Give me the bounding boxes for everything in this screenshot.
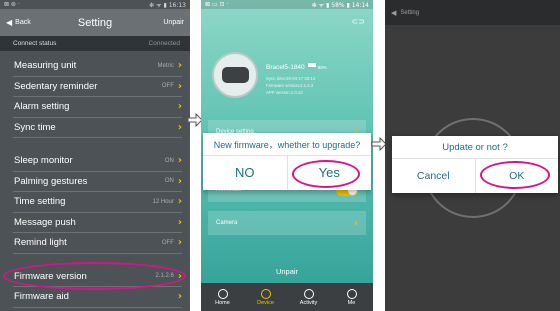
- setting-label: Palming gestures: [14, 175, 88, 187]
- setting-sedentary-reminder[interactable]: Sedentary reminder OFF ›: [13, 77, 182, 97]
- tab-device[interactable]: Device: [244, 283, 287, 311]
- settings-screen: ⊠ ⊚ · ✻ ᯤ ▮ 16:13 ◀ Back Setting Unpair …: [0, 0, 190, 311]
- connect-status-row: Connect status Connected: [0, 36, 190, 51]
- chevron-right-icon: ›: [177, 237, 182, 249]
- tab-home[interactable]: Home: [201, 283, 244, 311]
- tab-label: Activity: [299, 299, 318, 306]
- chevron-right-icon: ›: [177, 216, 182, 228]
- activity-icon: [303, 288, 314, 299]
- setting-remind-light[interactable]: Remind light OFF ›: [13, 233, 182, 254]
- setting-firmware-aid[interactable]: Firmware aid ›: [13, 287, 182, 308]
- chevron-right-icon: ›: [177, 80, 182, 92]
- back-button[interactable]: ◀ Back: [6, 18, 31, 27]
- device-header: ⊂⊃: [201, 9, 373, 33]
- device-info: Bracel5-1840 90% Sync time:28-04-17 02:14…: [266, 56, 327, 95]
- settings-header: ◀ Back Setting Unpair: [0, 9, 190, 36]
- tab-label: Me: [347, 299, 356, 306]
- dialog-message: Update or not ?: [392, 136, 558, 159]
- setting-value: OFF: [161, 83, 174, 90]
- chevron-right-icon: ›: [177, 175, 182, 187]
- chevron-right-icon: ›: [177, 101, 182, 113]
- settings-group-1: Measuring unit Metric › Sedentary reminde…: [13, 56, 182, 138]
- tab-label: Device: [257, 299, 274, 306]
- back-arrow-icon[interactable]: ◀: [391, 9, 396, 17]
- device-screen: ⊠ ▭ ⊡ · ✻ ᯤ ▮ 58% ▮ 14:14 ⊂⊃ Bracel5-184…: [201, 0, 373, 311]
- no-button[interactable]: NO: [203, 156, 287, 189]
- setting-sync-time[interactable]: Sync time ›: [13, 118, 182, 138]
- update-header: ◀ Setting: [385, 0, 560, 25]
- back-arrow-icon: ◀: [6, 18, 13, 27]
- connect-status-label: Connect status: [13, 40, 57, 47]
- setting-alarm[interactable]: Alarm setting ›: [13, 97, 182, 118]
- unpair-button[interactable]: Unpair: [201, 260, 373, 282]
- back-label: Back: [15, 19, 31, 26]
- battery-level: 90%: [317, 65, 327, 70]
- status-bar: ⊠ ⊚ · ✻ ᯤ ▮ 16:13: [0, 0, 190, 9]
- tab-activity[interactable]: Activity: [287, 283, 330, 311]
- status-bar: ⊠ ▭ ⊡ · ✻ ᯤ ▮ 58% ▮ 14:14: [201, 0, 373, 9]
- setting-label: Firmware aid: [14, 291, 69, 303]
- link-icon[interactable]: ⊂⊃: [352, 17, 365, 26]
- dialog-message: New firmware，whether to upgrade?: [203, 133, 371, 156]
- setting-message-push[interactable]: Message push ›: [13, 213, 182, 233]
- person-icon: [346, 288, 357, 299]
- chevron-right-icon: ›: [177, 121, 182, 133]
- bracelet-image: [212, 52, 258, 98]
- firmware-version-text: Firmware version:2.1.2.3: [266, 83, 314, 88]
- app-version-text: APP version:1.0.10: [266, 90, 303, 95]
- tab-label: Home: [215, 299, 230, 306]
- setting-palming-gestures[interactable]: Palming gestures ON ›: [13, 172, 182, 192]
- status-left: ⊠ ⊚ ·: [4, 1, 20, 8]
- header-label: Setting: [400, 9, 420, 16]
- highlight-yes-button: [292, 160, 360, 188]
- menu-label: Camera: [216, 220, 238, 226]
- sync-time: Sync time:28-04-17 02:14: [266, 76, 316, 81]
- setting-value: Metric: [157, 62, 174, 69]
- status-right: ✻ ᯤ ▮ 16:13: [149, 1, 186, 9]
- status-left: ⊠ ▭ ⊡ ·: [205, 1, 229, 8]
- setting-sleep-monitor[interactable]: Sleep monitor ON ›: [13, 151, 182, 172]
- setting-label: Message push: [14, 216, 76, 228]
- chevron-right-icon: ›: [177, 196, 182, 208]
- setting-measuring-unit[interactable]: Measuring unit Metric ›: [13, 56, 182, 77]
- chevron-right-icon: ›: [177, 291, 182, 303]
- chevron-right-icon: ›: [177, 155, 182, 167]
- cancel-button[interactable]: Cancel: [392, 159, 475, 193]
- setting-label: Sleep monitor: [14, 155, 73, 167]
- unpair-button[interactable]: Unpair: [163, 19, 184, 26]
- settings-group-2: Sleep monitor ON › Palming gestures ON › T…: [13, 151, 182, 254]
- setting-value: ON: [164, 157, 174, 164]
- highlight-firmware-version: [3, 262, 186, 290]
- update-screen: ◀ Setting Update or not ? Cancel OK: [385, 0, 560, 311]
- status-right: ✻ ᯤ ▮ 58% ▮ 14:14: [311, 1, 369, 9]
- setting-label: Sedentary reminder: [14, 80, 98, 92]
- setting-value: OFF: [161, 239, 174, 246]
- device-icon: [260, 288, 271, 299]
- setting-value: ON: [164, 178, 174, 185]
- clock-icon: [217, 288, 228, 299]
- setting-label: Alarm setting: [14, 101, 70, 113]
- setting-value: 12 Hour: [152, 198, 174, 205]
- chevron-right-icon: ›: [353, 217, 358, 229]
- camera-item[interactable]: Camera ›: [208, 211, 366, 235]
- battery-icon: [307, 62, 316, 67]
- device-card: Bracel5-1840 90% Sync time:28-04-17 02:14…: [210, 48, 365, 104]
- chevron-right-icon: ›: [177, 60, 182, 72]
- device-name: Bracel5-1840: [266, 64, 305, 71]
- bottom-nav: Home Device Activity Me: [201, 283, 373, 311]
- setting-label: Sync time: [14, 121, 56, 133]
- highlight-ok-button: [480, 161, 550, 189]
- setting-label: Remind light: [14, 237, 67, 249]
- connect-status-value: Connected: [148, 40, 180, 47]
- setting-label: Time setting: [14, 196, 66, 208]
- setting-label: Measuring unit: [14, 60, 77, 72]
- tab-me[interactable]: Me: [330, 283, 373, 311]
- setting-time-setting[interactable]: Time setting 12 Hour ›: [13, 192, 182, 213]
